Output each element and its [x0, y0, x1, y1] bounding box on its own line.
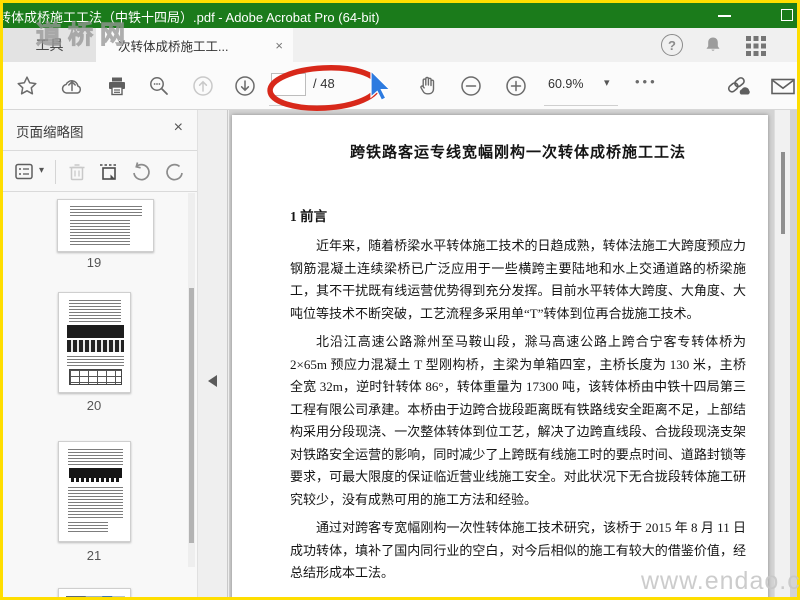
tab-bar: 工具 次转体成桥施工工... × ?	[3, 28, 797, 62]
thumbnail-label-19: 19	[86, 255, 102, 270]
delete-page-icon[interactable]	[65, 160, 89, 184]
minimize-button[interactable]	[718, 15, 731, 17]
sidebar-scrollbar[interactable]	[188, 193, 195, 567]
document-title: 跨铁路客运专线宽幅刚构一次转体成桥施工工法	[349, 145, 686, 161]
maximize-button[interactable]	[781, 9, 793, 21]
zoom-out-icon[interactable]	[459, 74, 483, 98]
panel-title: 页面缩略图	[16, 125, 84, 140]
zoom-level-value[interactable]: 60.9%	[548, 77, 583, 91]
panel-close-icon[interactable]: ×	[174, 119, 183, 137]
tab-document[interactable]: 次转体成桥施工工... ×	[96, 28, 293, 62]
document-area: 跨铁路客运专线宽幅刚构一次转体成桥施工工法 1 前言 近年来，随着桥梁水平转体施…	[229, 110, 797, 597]
crop-pages-icon[interactable]	[97, 160, 121, 184]
previous-page-icon[interactable]	[191, 74, 215, 98]
tools-tab-label: 工具	[35, 37, 64, 53]
thumbnail-label-20: 20	[86, 398, 102, 413]
options-menu-icon[interactable]	[13, 160, 37, 184]
help-icon[interactable]: ?	[661, 34, 683, 56]
chevron-down-icon[interactable]: ▾	[604, 76, 610, 89]
options-caret-icon[interactable]: ▾	[39, 165, 44, 176]
hand-tool-icon[interactable]	[416, 74, 440, 98]
next-page-icon[interactable]	[233, 74, 257, 98]
paragraph-2: 北沿江高速公路滁州至马鞍山段，滁马高速公路上跨合宁客专转体桥为 2×65m 预应…	[290, 334, 746, 507]
section-heading-1: 1 前言	[290, 209, 328, 224]
rotate-counterclockwise-icon[interactable]	[129, 160, 153, 184]
thumbnail-page-20[interactable]	[58, 292, 131, 393]
pdf-page: 跨铁路客运专线宽幅刚构一次转体成桥施工工法 1 前言 近年来，随着桥梁水平转体施…	[232, 115, 768, 597]
paragraph-3: 通过对跨客专宽幅刚构一次性转体施工技术研究，该桥于 2015 年 8 月 11 …	[290, 520, 746, 580]
document-tab-label: 次转体成桥施工工...	[118, 39, 229, 54]
thumbnail-page-19[interactable]	[57, 199, 154, 252]
app-window: 转体成桥施工工法（中铁十四局）.pdf - Adobe Acrobat Pro …	[0, 0, 800, 600]
main-area: 页面缩略图 × ▾ 19 20 21 跨铁路客运专线宽幅刚构一次转体成桥施工工法…	[3, 110, 797, 597]
email-icon[interactable]	[769, 74, 797, 98]
rotate-clockwise-icon[interactable]	[163, 160, 187, 184]
thumbnail-label-21: 21	[86, 548, 102, 563]
share-link-icon[interactable]	[723, 74, 753, 98]
more-options-button[interactable]: •••	[635, 74, 658, 89]
thumbnails-panel: 页面缩略图 × ▾ 19 20 21	[3, 110, 197, 597]
document-scrollbar[interactable]	[774, 110, 790, 597]
notifications-bell-icon[interactable]	[701, 33, 725, 57]
thumbnail-page-21[interactable]	[58, 441, 131, 542]
sidebar-scrollbar-thumb[interactable]	[189, 288, 194, 543]
thumbnail-page-22[interactable]	[58, 588, 131, 597]
collapse-pane-icon[interactable]	[208, 375, 217, 387]
page-group-underline	[269, 105, 355, 106]
share-upload-icon[interactable]	[60, 74, 84, 98]
main-toolbar: / 48 60.9% ▾ •••	[3, 62, 797, 110]
panel-toolbar: ▾	[3, 152, 197, 192]
thumbnail-list: 19 20 21	[3, 193, 185, 597]
tab-close-icon[interactable]: ×	[275, 38, 283, 53]
zoom-in-icon[interactable]	[504, 74, 528, 98]
window-title: 转体成桥施工工法（中铁十四局）.pdf - Adobe Acrobat Pro …	[3, 10, 380, 25]
pane-collapse-strip	[197, 110, 228, 597]
apps-grid-icon[interactable]	[743, 32, 769, 58]
page-number-input[interactable]	[271, 73, 306, 96]
paragraph-1: 近年来，随着桥梁水平转体施工技术的日趋成熟，转体法施工大跨度预应力钢筋混凝土连续…	[290, 238, 746, 321]
page-total-label: / 48	[313, 76, 335, 91]
tab-tools[interactable]: 工具	[3, 28, 96, 62]
panel-header: 页面缩略图 ×	[3, 110, 197, 151]
toolbar-divider	[55, 160, 56, 184]
print-icon[interactable]	[105, 74, 129, 98]
document-scrollbar-thumb[interactable]	[781, 152, 785, 234]
title-bar: 转体成桥施工工法（中铁十四局）.pdf - Adobe Acrobat Pro …	[3, 3, 797, 28]
favorites-star-icon[interactable]	[15, 74, 39, 98]
zoom-group-underline	[544, 105, 618, 106]
search-icon[interactable]	[147, 74, 171, 98]
